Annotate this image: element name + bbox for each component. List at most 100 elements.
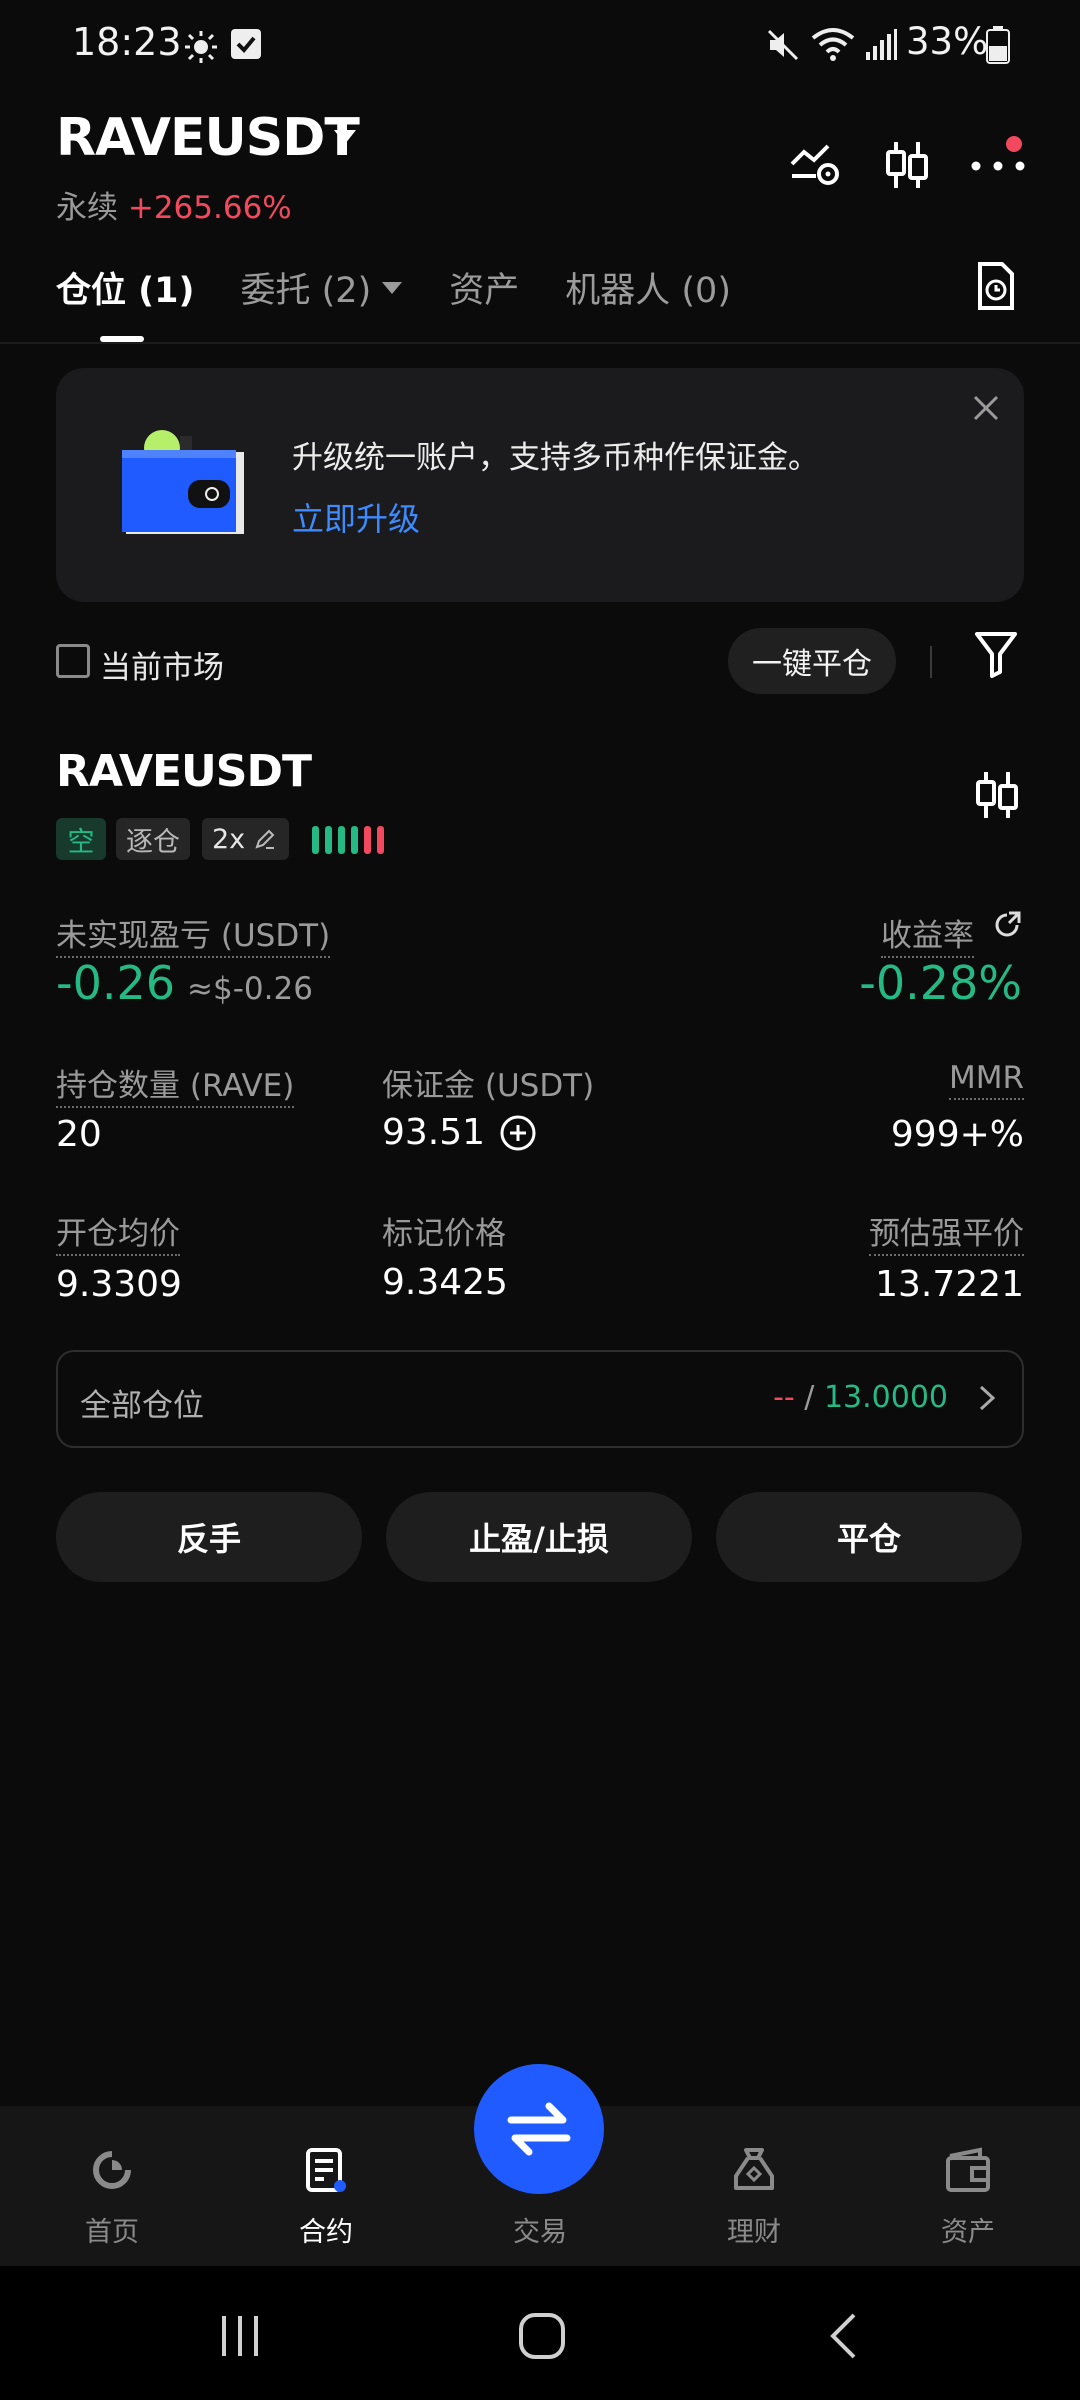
- margin-label: 保证金 (USDT): [382, 1068, 595, 1104]
- tpsl-values: -- / 13.0000: [773, 1380, 948, 1415]
- upgrade-banner[interactable]: 升级统一账户，支持多币种作保证金。 立即升级: [56, 368, 1024, 602]
- swap-arrows-icon: [507, 2100, 571, 2158]
- tpsl-button[interactable]: 止盈/止损: [386, 1492, 692, 1582]
- mmr-label[interactable]: MMR: [948, 1060, 1024, 1100]
- leverage-value: 2x: [212, 823, 246, 855]
- nav-contracts-label: 合约: [299, 2217, 353, 2248]
- checkbox-notification-icon: [230, 28, 262, 60]
- banner-message: 升级统一账户，支持多币种作保证金。: [292, 440, 819, 476]
- close-all-button[interactable]: 一键平仓: [728, 628, 896, 694]
- position-chart-icon[interactable]: [974, 770, 1020, 820]
- trade-swap-button[interactable]: [474, 2064, 604, 2194]
- battery-icon: [986, 26, 1010, 64]
- unrealized-pnl-label-text: 未实现盈亏 (USDT): [56, 918, 331, 958]
- wallet-icon: [944, 2146, 992, 2194]
- notification-dot: [1006, 136, 1022, 152]
- mute-icon: [766, 28, 800, 62]
- contract-document-icon: [302, 2146, 350, 2194]
- signal-icon: [864, 28, 898, 62]
- wifi-icon: [810, 26, 856, 64]
- history-document-icon[interactable]: [976, 262, 1016, 310]
- back-icon[interactable]: [828, 2312, 858, 2360]
- nav-home[interactable]: 首页: [4, 2106, 220, 2266]
- mark-price-label: 标记价格: [382, 1216, 506, 1252]
- more-menu-icon[interactable]: [970, 160, 1026, 172]
- price-change: +265.66%: [127, 190, 292, 226]
- entry-price-value: 9.3309: [56, 1264, 182, 1305]
- liq-price-value: 13.7221: [875, 1264, 1024, 1305]
- entry-price-label-text: 开仓均价: [56, 1216, 180, 1256]
- edit-pencil-icon: [254, 828, 276, 850]
- leverage-tag[interactable]: 2x: [202, 818, 290, 860]
- margin-block: 93.51: [382, 1112, 537, 1153]
- current-market-checkbox[interactable]: [56, 644, 90, 678]
- close-position-button[interactable]: 平仓: [716, 1492, 1022, 1582]
- page-title-symbol[interactable]: RAVEUSDT: [56, 108, 360, 168]
- take-profit-value: --: [773, 1380, 795, 1415]
- liq-price-label[interactable]: 预估强平价: [869, 1208, 1024, 1256]
- current-market-label[interactable]: 当前市场: [100, 642, 224, 687]
- reverse-button[interactable]: 反手: [56, 1492, 362, 1582]
- header-divider: [0, 342, 1080, 344]
- roi-label-text: 收益率: [881, 918, 974, 958]
- status-time: 18:23: [72, 20, 182, 64]
- earn-bag-icon: [730, 2146, 778, 2194]
- wallet-illustration-icon: [122, 430, 248, 536]
- margin-value: 93.51: [382, 1112, 486, 1153]
- tab-positions[interactable]: 仓位 (1): [56, 262, 195, 313]
- entry-price-label[interactable]: 开仓均价: [56, 1208, 180, 1256]
- size-label[interactable]: 持仓数量 (RAVE): [56, 1060, 295, 1108]
- size-label-text: 持仓数量 (RAVE): [56, 1068, 295, 1108]
- mark-price-value: 9.3425: [382, 1262, 508, 1303]
- position-tabs: 仓位 (1) 委托 (2) 资产 机器人 (0): [56, 262, 777, 313]
- nav-assets[interactable]: 资产: [860, 2106, 1076, 2266]
- nav-assets-label: 资产: [941, 2217, 995, 2248]
- margin-mode-tag: 逐仓: [116, 818, 190, 860]
- recent-apps-icon[interactable]: [218, 2314, 262, 2358]
- position-symbol[interactable]: RAVEUSDT: [56, 746, 312, 797]
- filter-icon[interactable]: [974, 630, 1018, 678]
- roi-label[interactable]: 收益率: [881, 910, 974, 958]
- mmr-label-text: MMR: [948, 1060, 1024, 1100]
- upgrade-link[interactable]: 立即升级: [292, 494, 420, 540]
- home-button-icon[interactable]: [518, 2312, 566, 2360]
- mmr-value: 999+%: [890, 1114, 1024, 1155]
- unrealized-pnl-label[interactable]: 未实现盈亏 (USDT): [56, 910, 331, 958]
- kline-chart-icon[interactable]: [884, 140, 930, 190]
- nav-trade-label: 交易: [513, 2217, 567, 2248]
- tab-bots-label: 机器人 (0): [565, 271, 731, 311]
- system-navigation-bar: [0, 2266, 1080, 2400]
- tpsl-separator: /: [804, 1380, 815, 1415]
- home-icon: [88, 2146, 136, 2194]
- close-icon[interactable]: [972, 394, 1000, 422]
- tab-orders[interactable]: 委托 (2): [241, 262, 404, 313]
- total-position-tpsl-row[interactable]: 全部仓位 -- / 13.0000: [56, 1350, 1024, 1448]
- nav-home-label: 首页: [85, 2217, 139, 2248]
- share-icon[interactable]: [992, 910, 1022, 940]
- size-value: 20: [56, 1114, 102, 1155]
- brightness-icon: [184, 30, 218, 64]
- chart-settings-icon[interactable]: [790, 142, 840, 188]
- tab-assets-label: 资产: [449, 271, 520, 311]
- unrealized-pnl: -0.26 ≈$-0.26: [56, 956, 313, 1010]
- tab-positions-label: 仓位 (1): [56, 271, 195, 311]
- total-position-label: 全部仓位: [80, 1388, 204, 1424]
- liq-price-label-text: 预估强平价: [869, 1216, 1024, 1256]
- tab-bots[interactable]: 机器人 (0): [565, 262, 731, 313]
- battery-percent: 33%: [906, 20, 989, 63]
- unrealized-pnl-value: -0.26: [56, 956, 176, 1010]
- risk-level-bars-icon: [312, 826, 384, 854]
- symbol-dropdown-icon[interactable]: [332, 128, 358, 146]
- nav-contracts[interactable]: 合约: [218, 2106, 434, 2266]
- chevron-right-icon: [978, 1384, 996, 1412]
- add-margin-icon[interactable]: [499, 1114, 537, 1152]
- contract-subline: 永续 +265.66%: [56, 182, 292, 227]
- side-tag: 空: [56, 818, 106, 860]
- nav-earn-label: 理财: [727, 2217, 781, 2248]
- orders-dropdown-icon: [381, 281, 403, 295]
- tab-orders-label: 委托 (2): [240, 271, 372, 311]
- stop-loss-value: 13.0000: [823, 1380, 948, 1415]
- nav-earn[interactable]: 理财: [646, 2106, 862, 2266]
- tab-assets[interactable]: 资产: [449, 262, 519, 313]
- contract-type: 永续: [56, 190, 118, 226]
